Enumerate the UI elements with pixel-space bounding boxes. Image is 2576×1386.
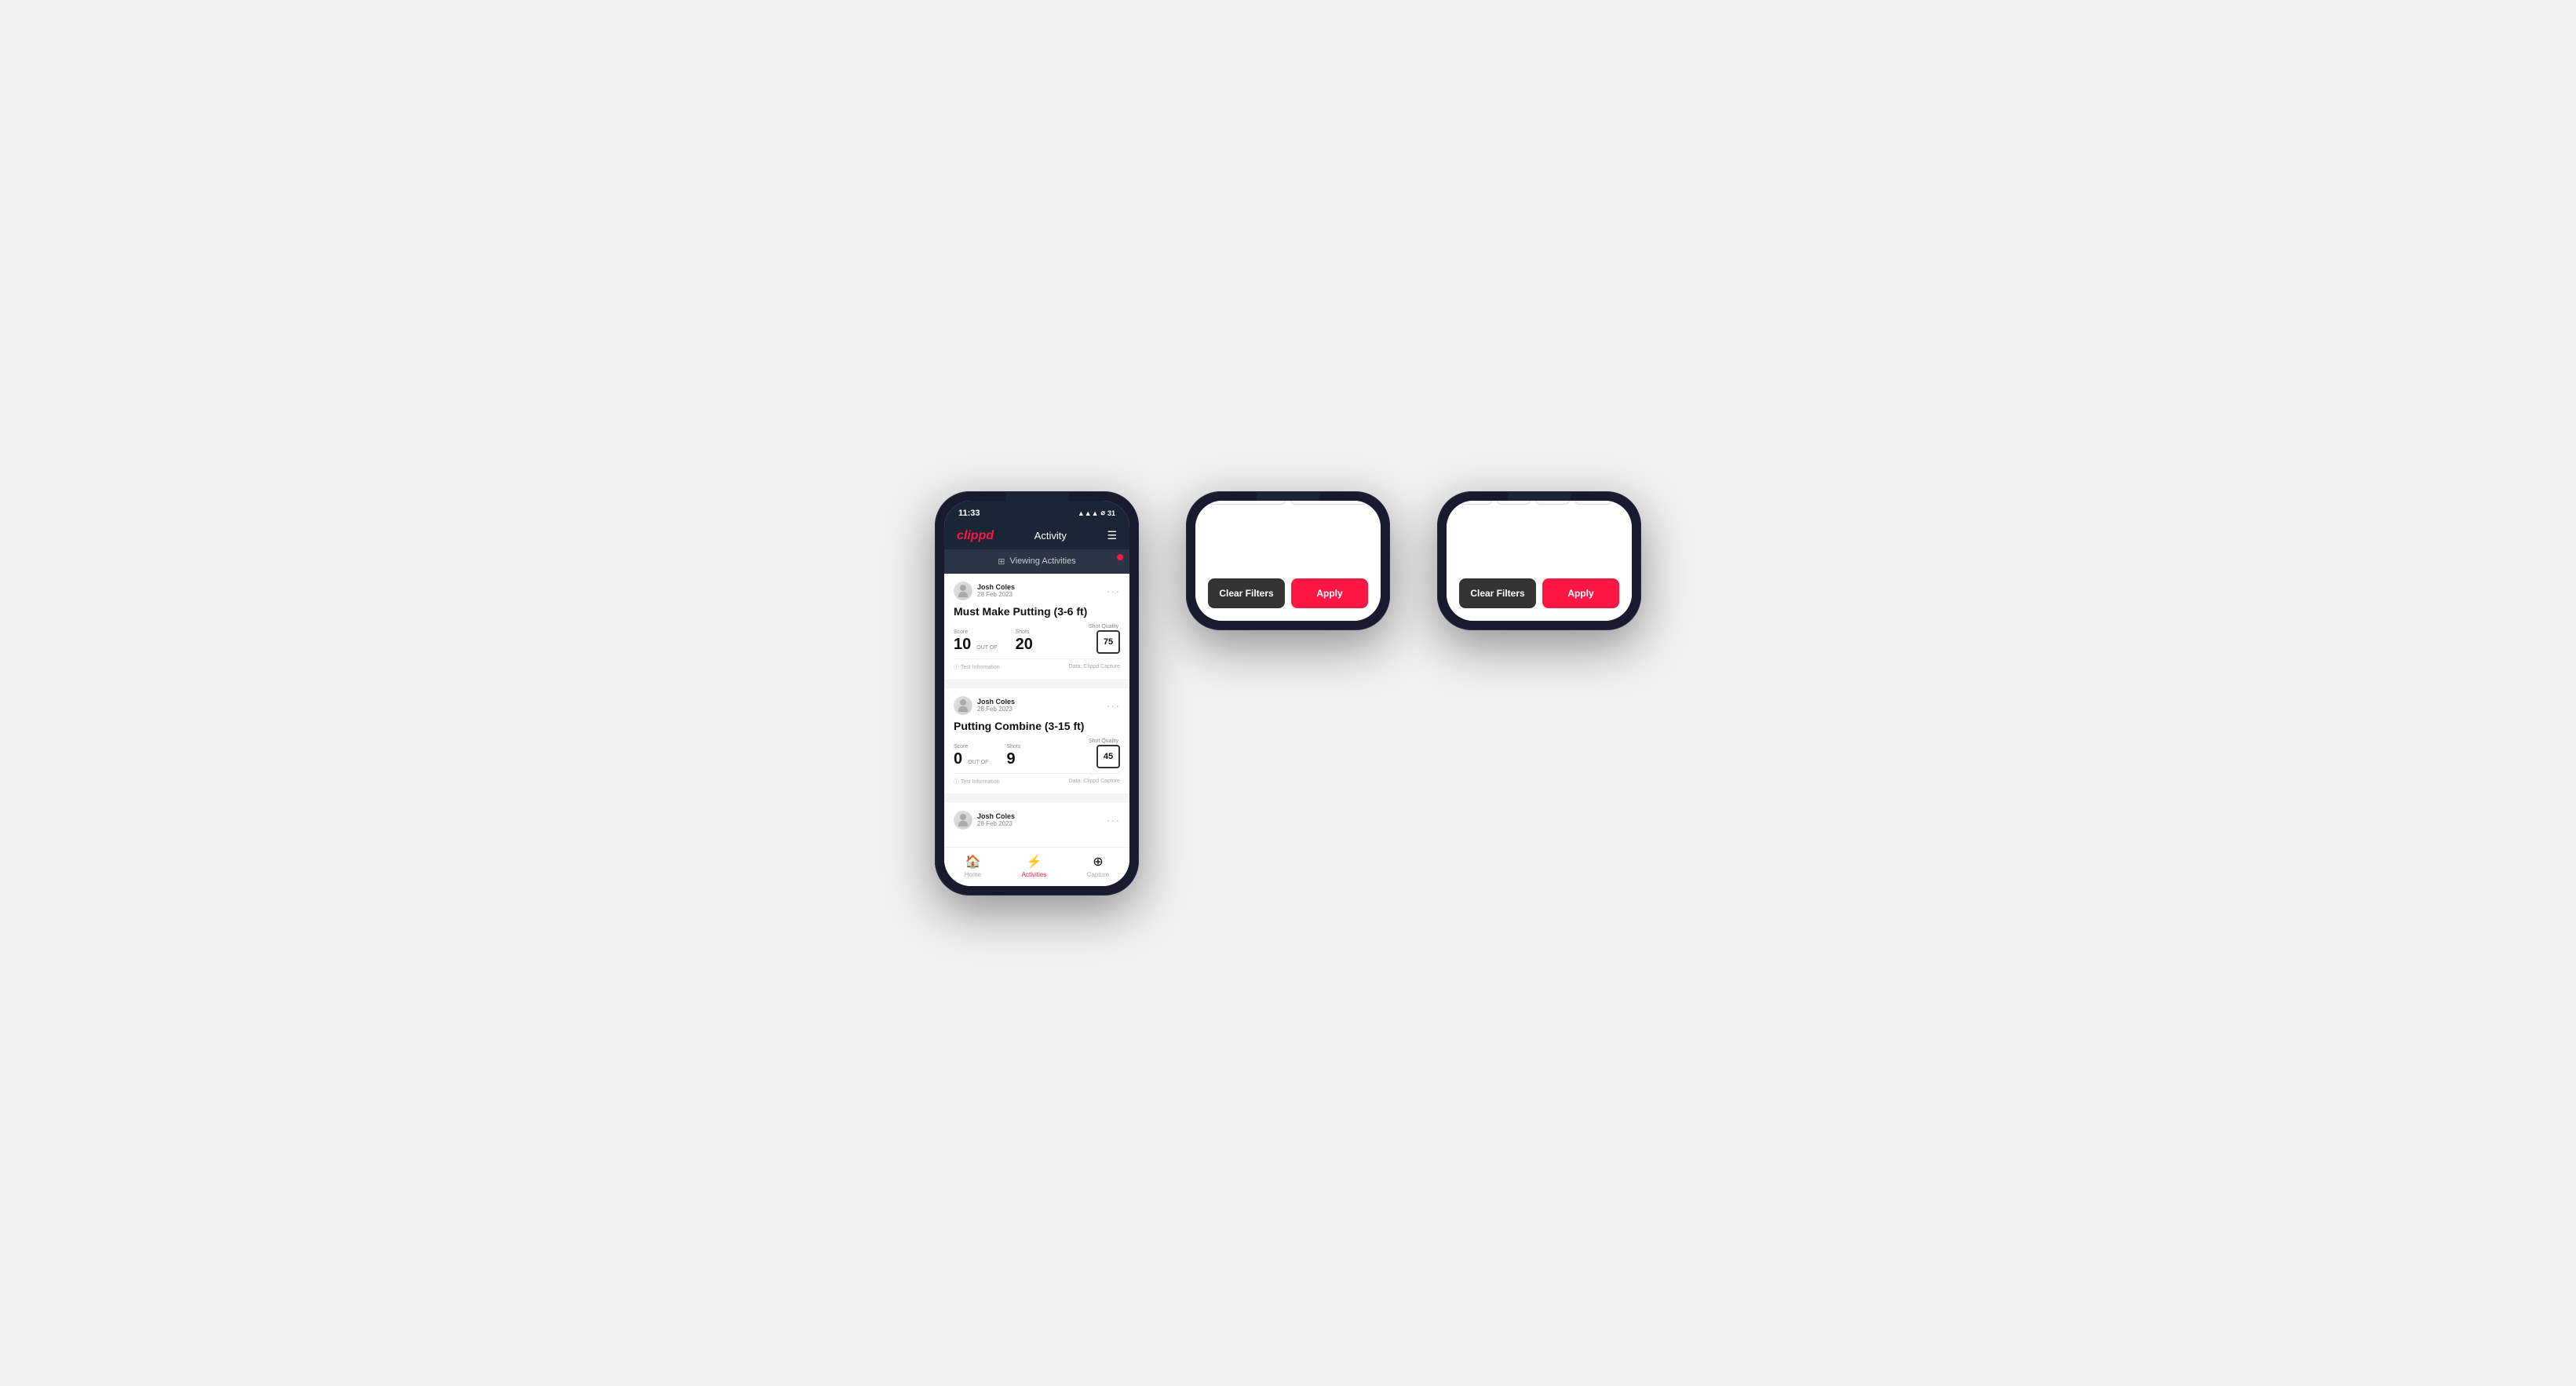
user-info-2: Josh Coles 28 Feb 2023 (954, 696, 1015, 715)
shots-label-1: Shots (1016, 629, 1033, 635)
data-text-1: Data: Clippd Capture (1069, 664, 1120, 669)
phone-1: 11:33 ▲▲▲ ⌀ 31 clippd Activity ☰ ⊞ Viewi… (935, 491, 1139, 895)
more-dots-1[interactable]: ··· (1107, 585, 1120, 597)
user-name-3: Josh Coles (977, 812, 1015, 820)
tag-ott[interactable]: OTT (1459, 501, 1492, 505)
tag-putt[interactable]: PUTT (1574, 501, 1612, 505)
signal-icon-1: ▲▲▲ (1078, 509, 1099, 517)
score-label-1: Score (954, 629, 1000, 635)
home-icon: 🏠 (965, 854, 980, 870)
status-icons-1: ▲▲▲ ⌀ 31 (1078, 509, 1115, 517)
capture-icon: ⊕ (1093, 854, 1103, 870)
sq-label-1: Shot Quality (1089, 624, 1120, 629)
rounds-buttons-2: Practice Tournament (1208, 501, 1368, 505)
red-dot-1 (1117, 554, 1123, 560)
notch (1005, 491, 1068, 510)
nav-title-1: Activity (1034, 530, 1067, 542)
user-info-3: Josh Coles 28 Feb 2023 (954, 811, 1015, 830)
out-of-2: OUT OF (968, 760, 988, 765)
nav-bar-1: clippd Activity ☰ (944, 523, 1129, 549)
phone-screen-2: 11:33 ▲▲▲ ⌀ 31 clippd Activity ☰ ⊞ Viewi… (1195, 501, 1381, 621)
shots-label-2: Shots (1006, 744, 1020, 750)
wifi-icon-1: ⌀ (1101, 509, 1105, 517)
data-text-2: Data: Clippd Capture (1069, 779, 1120, 784)
filter-modal-3: Filter ✕ Show Rounds Practice Drills Pra… (1447, 501, 1632, 621)
modal-footer-3: Clear Filters Apply (1459, 578, 1619, 608)
user-date-1: 28 Feb 2023 (977, 591, 1015, 598)
viewing-text-1: Viewing Activities (1010, 556, 1076, 566)
practice-btn-2[interactable]: Practice (1208, 501, 1286, 505)
user-date-2: 28 Feb 2023 (977, 706, 1015, 713)
activity-item-2: Josh Coles 28 Feb 2023 ··· Putting Combi… (944, 688, 1129, 793)
activity-title-2: Putting Combine (3-15 ft) (954, 720, 1120, 732)
drill-tags-3: OTT APP ARG PUTT (1459, 501, 1619, 505)
avatar-1 (954, 582, 972, 600)
spacer-2 (1208, 516, 1368, 563)
activity-header-2: Josh Coles 28 Feb 2023 ··· (954, 696, 1120, 715)
activity-feed: Josh Coles 28 Feb 2023 ··· Must Make Put… (944, 574, 1129, 842)
score-value-1: 10 (954, 636, 971, 654)
nav-capture[interactable]: ⊕ Capture (1087, 854, 1109, 878)
shots-value-2: 9 (1006, 750, 1015, 768)
phone-screen-1: 11:33 ▲▲▲ ⌀ 31 clippd Activity ☰ ⊞ Viewi… (944, 501, 1129, 886)
filter-icon-1: ⊞ (998, 556, 1005, 567)
phone-3: 11:33 ▲▲▲ ⌀ 31 clippd Activity ☰ ⊞ Viewi… (1437, 491, 1641, 630)
activity-header-3: Josh Coles 28 Feb 2023 ··· (954, 811, 1120, 830)
user-name-1: Josh Coles (977, 583, 1015, 591)
logo-1: clippd (957, 529, 994, 543)
clear-filters-btn-2[interactable]: Clear Filters (1208, 578, 1285, 608)
activities-icon: ⚡ (1026, 854, 1042, 870)
phone-screen-3: 11:33 ▲▲▲ ⌀ 31 clippd Activity ☰ ⊞ Viewi… (1447, 501, 1632, 621)
activities-label: Activities (1022, 871, 1047, 878)
more-dots-2[interactable]: ··· (1107, 699, 1120, 712)
score-label-2: Score (954, 744, 991, 750)
capture-label: Capture (1087, 871, 1109, 878)
out-of-1: OUT OF (976, 645, 997, 651)
spacer-3 (1459, 516, 1619, 563)
user-info-1: Josh Coles 28 Feb 2023 (954, 582, 1015, 600)
bottom-nav-1: 🏠 Home ⚡ Activities ⊕ Capture (944, 847, 1129, 886)
sq-label-2: Shot Quality (1089, 739, 1120, 744)
menu-icon-1[interactable]: ☰ (1107, 529, 1117, 542)
nav-activities[interactable]: ⚡ Activities (1022, 854, 1047, 878)
shots-value-1: 20 (1016, 636, 1033, 653)
filter-modal-2: Filter ✕ Show Rounds Practice Drills Rou… (1195, 501, 1381, 621)
user-date-3: 28 Feb 2023 (977, 820, 1015, 827)
tag-arg[interactable]: ARG (1535, 501, 1570, 505)
phone-2: 11:33 ▲▲▲ ⌀ 31 clippd Activity ☰ ⊞ Viewi… (1186, 491, 1390, 630)
activity-footer-1: ⓘ Test Information Data: Clippd Capture (954, 658, 1120, 671)
avatar-2 (954, 696, 972, 715)
home-label: Home (965, 871, 981, 878)
activity-title-1: Must Make Putting (3-6 ft) (954, 605, 1120, 618)
apply-btn-2[interactable]: Apply (1291, 578, 1368, 608)
info-text-1[interactable]: ⓘ Test Information (954, 663, 1000, 671)
score-value-2: 0 (954, 750, 962, 768)
tag-app[interactable]: APP (1497, 501, 1531, 505)
viewing-bar-1[interactable]: ⊞ Viewing Activities (944, 549, 1129, 574)
nav-home[interactable]: 🏠 Home (965, 854, 981, 878)
status-time-1: 11:33 (958, 509, 980, 518)
sq-badge-2: 45 (1096, 745, 1120, 768)
activity-item-3: Josh Coles 28 Feb 2023 ··· (944, 803, 1129, 842)
more-dots-3[interactable]: ··· (1107, 814, 1120, 826)
scene: 11:33 ▲▲▲ ⌀ 31 clippd Activity ☰ ⊞ Viewi… (888, 444, 1688, 943)
modal-footer-2: Clear Filters Apply (1208, 578, 1368, 608)
activity-item-1: Josh Coles 28 Feb 2023 ··· Must Make Put… (944, 574, 1129, 679)
clear-filters-btn-3[interactable]: Clear Filters (1459, 578, 1536, 608)
battery-icon-1: 31 (1107, 509, 1115, 517)
tournament-btn-2[interactable]: Tournament (1290, 501, 1368, 505)
sq-badge-1: 75 (1096, 630, 1120, 654)
user-name-2: Josh Coles (977, 698, 1015, 706)
avatar-3 (954, 811, 972, 830)
activity-footer-2: ⓘ Test Information Data: Clippd Capture (954, 773, 1120, 786)
info-text-2[interactable]: ⓘ Test Information (954, 778, 1000, 786)
apply-btn-3[interactable]: Apply (1542, 578, 1619, 608)
activity-header-1: Josh Coles 28 Feb 2023 ··· (954, 582, 1120, 600)
